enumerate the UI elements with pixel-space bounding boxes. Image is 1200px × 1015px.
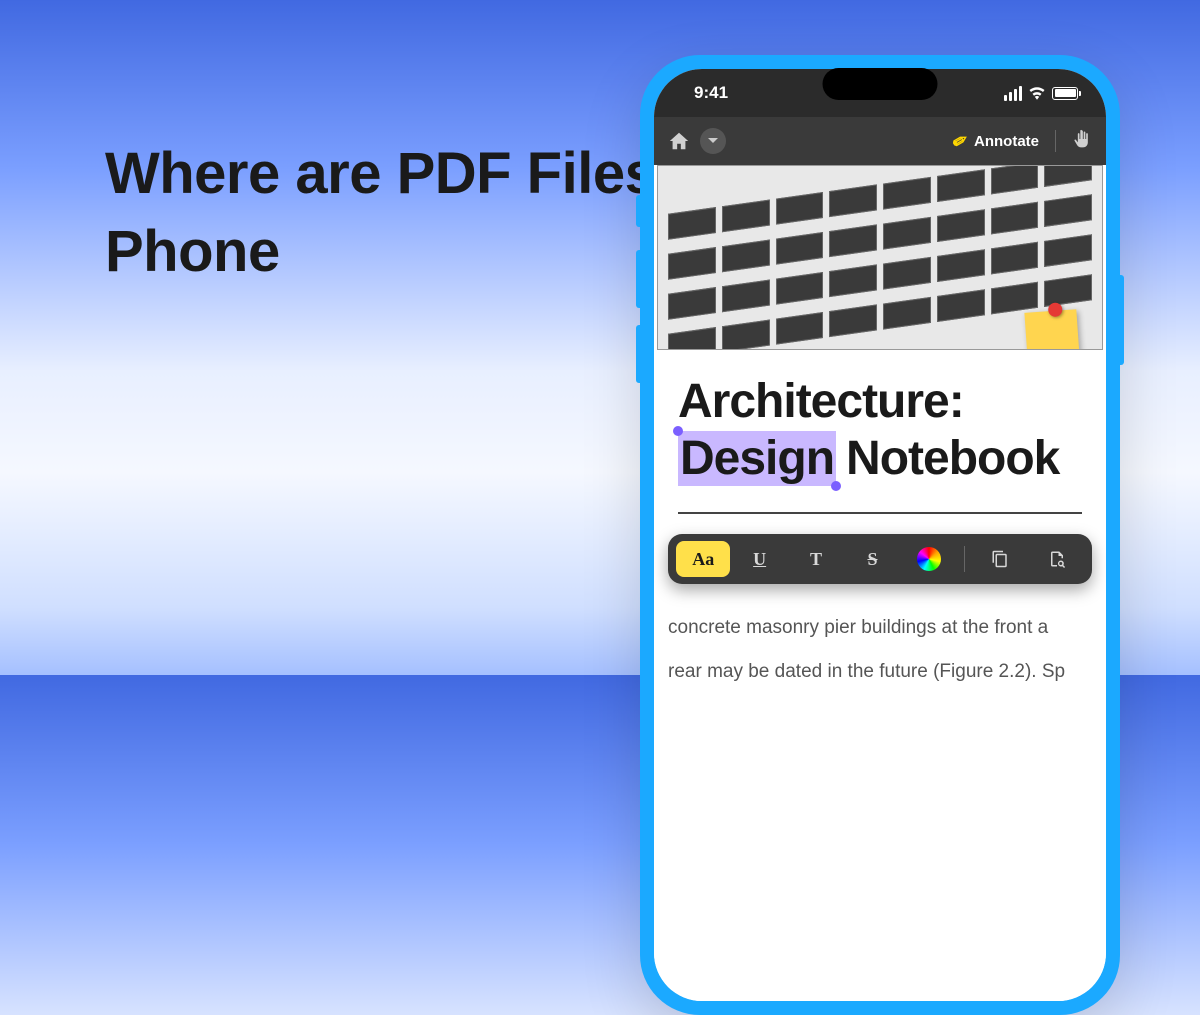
highlighted-selection[interactable]: Design xyxy=(678,431,836,486)
wifi-icon xyxy=(1028,86,1046,100)
building-photo xyxy=(657,165,1103,350)
underline-button[interactable]: U xyxy=(732,541,786,577)
phone-volume-up xyxy=(636,250,642,308)
sticky-note-annotation[interactable] xyxy=(1024,309,1079,350)
document-content: Architecture: Design Notebook Aa U T S xyxy=(654,165,1106,1001)
highlight-button[interactable]: Aa xyxy=(676,541,730,577)
status-icons xyxy=(1004,86,1078,101)
annotate-button[interactable]: ✏ Annotate xyxy=(953,131,1039,152)
battery-icon xyxy=(1052,87,1078,100)
title-rule xyxy=(678,512,1082,514)
signal-icon xyxy=(1004,86,1022,101)
marker-icon: ✏ xyxy=(949,128,973,154)
document-body: concrete masonry pier buildings at the f… xyxy=(654,584,1106,693)
chevron-down-icon xyxy=(707,137,719,145)
pin-icon xyxy=(1048,302,1063,317)
home-icon[interactable] xyxy=(668,130,690,152)
phone-side-button xyxy=(636,195,642,227)
hand-tool-icon[interactable] xyxy=(1072,129,1092,154)
color-wheel-icon xyxy=(917,547,941,571)
search-button[interactable] xyxy=(1030,541,1084,577)
phone-mockup: 9:41 ✏ Annotate xyxy=(640,55,1120,1015)
phone-notch xyxy=(823,68,938,100)
search-in-doc-icon xyxy=(1048,550,1066,568)
format-divider xyxy=(964,546,965,572)
format-toolbar: Aa U T S xyxy=(668,534,1092,584)
status-time: 9:41 xyxy=(694,83,728,103)
document-title: Architecture: Design Notebook xyxy=(654,350,1106,494)
body-line: rear may be dated in the future (Figure … xyxy=(668,650,1092,694)
text-style-button[interactable]: T xyxy=(789,541,843,577)
phone-volume-down xyxy=(636,325,642,383)
phone-power-button xyxy=(1118,275,1124,365)
copy-icon xyxy=(991,550,1009,568)
strikethrough-button[interactable]: S xyxy=(845,541,899,577)
copy-button[interactable] xyxy=(973,541,1027,577)
app-toolbar: ✏ Annotate xyxy=(654,117,1106,165)
body-line: concrete masonry pier buildings at the f… xyxy=(668,606,1092,650)
toolbar-divider xyxy=(1055,130,1056,152)
title-line-1: Architecture: xyxy=(678,374,1082,429)
dropdown-button[interactable] xyxy=(700,128,726,154)
phone-screen: 9:41 ✏ Annotate xyxy=(654,69,1106,1001)
annotate-label: Annotate xyxy=(974,133,1039,150)
color-picker-button[interactable] xyxy=(902,541,956,577)
title-rest: Notebook xyxy=(846,431,1059,486)
